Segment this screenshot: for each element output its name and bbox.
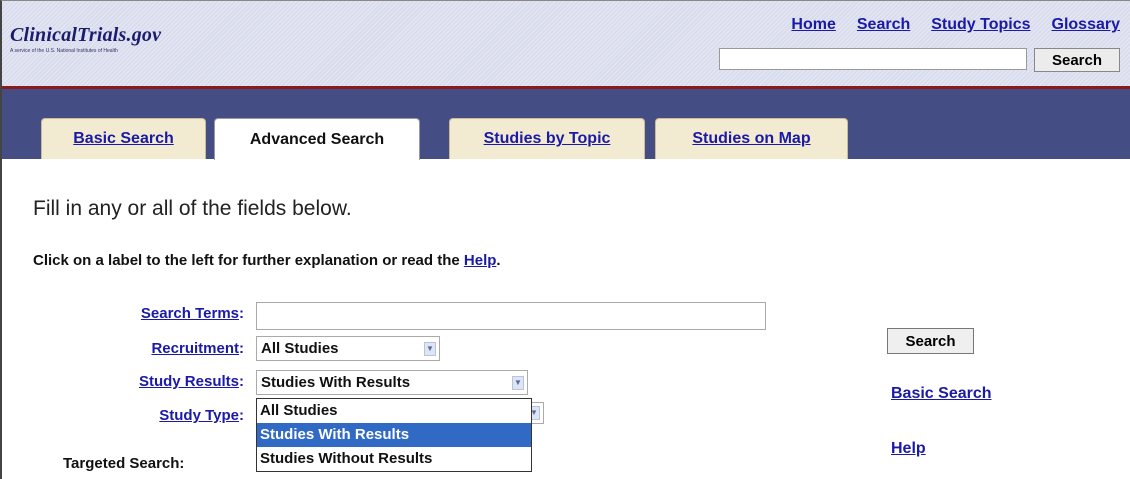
page-intro: Fill in any or all of the fields below. <box>33 197 352 220</box>
study-type-label: Study Type: <box>159 407 244 424</box>
search-terms-label: Search Terms: <box>140 305 244 322</box>
site-header: ClinicalTrials.gov A service of the U.S.… <box>0 0 1130 86</box>
tab-advanced-search[interactable]: Advanced Search <box>214 118 420 160</box>
targeted-search-label: Targeted Search: <box>63 455 185 472</box>
nav-study-topics-link[interactable]: Study Topics <box>931 16 1030 34</box>
study-results-selected-value: Studies With Results <box>261 374 411 391</box>
study-results-dropdown-list: All Studies Studies With Results Studies… <box>256 398 532 472</box>
help-link[interactable]: Help <box>891 440 926 458</box>
chevron-down-icon[interactable]: ▼ <box>424 342 436 356</box>
study-results-link[interactable]: Study Results <box>139 373 239 390</box>
logo-title: ClinicalTrials.gov <box>10 24 162 46</box>
recruitment-select[interactable]: All Studies ▼ <box>256 336 440 361</box>
tab-basic-search[interactable]: Basic Search <box>41 118 206 159</box>
basic-search-link[interactable]: Basic Search <box>891 385 992 403</box>
tab-label: Advanced Search <box>249 130 385 148</box>
site-logo[interactable]: ClinicalTrials.gov A service of the U.S.… <box>10 24 161 54</box>
search-terms-link[interactable]: Search Terms <box>141 305 239 322</box>
recruitment-label: Recruitment: <box>151 340 244 357</box>
search-button[interactable]: Search <box>887 328 974 354</box>
logo-subtitle: A service of the U.S. National Institute… <box>10 48 118 54</box>
study-results-select[interactable]: Studies With Results ▼ <box>256 370 528 395</box>
instruction-text: Click on a label to the left for further… <box>33 252 501 269</box>
top-navigation: Home Search Study Topics Glossary <box>791 16 1120 34</box>
tab-label: Studies by Topic <box>483 130 611 147</box>
instruction-help-link[interactable]: Help <box>464 252 497 269</box>
nav-glossary-link[interactable]: Glossary <box>1052 16 1120 34</box>
study-type-link[interactable]: Study Type <box>159 407 239 424</box>
dropdown-option-studies-with-results[interactable]: Studies With Results <box>257 423 531 447</box>
tab-studies-by-topic[interactable]: Studies by Topic <box>449 118 645 159</box>
tab-label: Studies on Map <box>692 130 811 147</box>
tab-label: Basic Search <box>73 130 174 147</box>
chevron-down-icon[interactable]: ▼ <box>512 376 524 390</box>
nav-home-link[interactable]: Home <box>791 16 835 34</box>
tab-bar: Basic Search Advanced Search Studies by … <box>0 89 1130 160</box>
header-search-input[interactable] <box>719 48 1027 70</box>
recruitment-selected-value: All Studies <box>261 340 339 357</box>
recruitment-link[interactable]: Recruitment <box>151 340 239 357</box>
nav-search-link[interactable]: Search <box>857 16 910 34</box>
search-terms-input[interactable] <box>256 302 766 330</box>
tab-studies-on-map[interactable]: Studies on Map <box>655 118 848 159</box>
header-search-button[interactable]: Search <box>1034 48 1120 72</box>
dropdown-option-all-studies[interactable]: All Studies <box>257 399 531 423</box>
study-results-label: Study Results: <box>138 373 244 390</box>
dropdown-option-studies-without-results[interactable]: Studies Without Results <box>257 447 531 471</box>
instruction-suffix: . <box>496 252 501 269</box>
instruction-prefix: Click on a label to the left for further… <box>33 252 464 269</box>
